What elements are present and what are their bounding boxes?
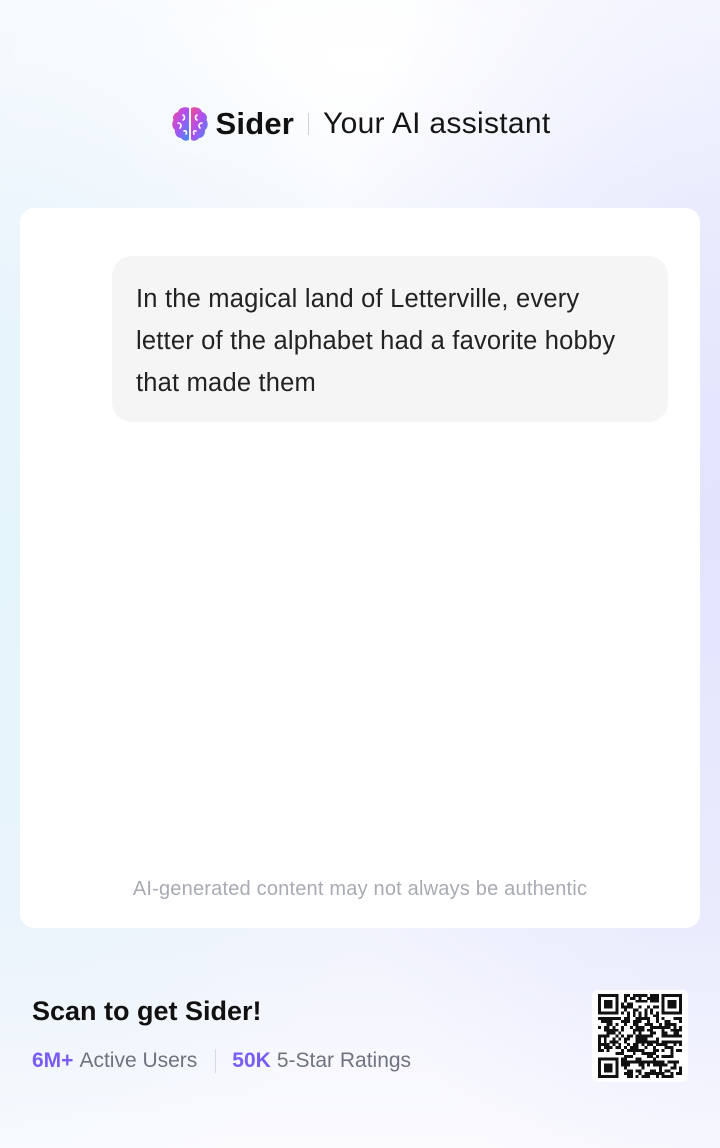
chat-card: In the magical land of Letterville, ever… xyxy=(20,208,700,928)
qr-code-icon[interactable] xyxy=(592,990,688,1082)
brand-tagline: Your AI assistant xyxy=(323,107,551,140)
user-message-bubble: In the magical land of Letterville, ever… xyxy=(112,256,668,422)
app-header: Sider Your AI assistant xyxy=(0,102,720,146)
ai-disclaimer: AI-generated content may not always be a… xyxy=(132,878,588,900)
stats-divider xyxy=(215,1049,217,1073)
ratings-label: 5-Star Ratings xyxy=(276,1049,412,1072)
ratings-value: 50K xyxy=(232,1049,271,1072)
header-divider xyxy=(308,113,310,135)
brain-icon xyxy=(170,104,210,144)
brand-name: Sider xyxy=(215,106,295,141)
stats-row: 6M+ Active Users 50K 5-Star Ratings xyxy=(32,1046,411,1076)
scan-cta-title: Scan to get Sider! xyxy=(32,996,262,1026)
active-users-value: 6M+ xyxy=(32,1049,74,1072)
active-users-label: Active Users xyxy=(79,1049,198,1072)
